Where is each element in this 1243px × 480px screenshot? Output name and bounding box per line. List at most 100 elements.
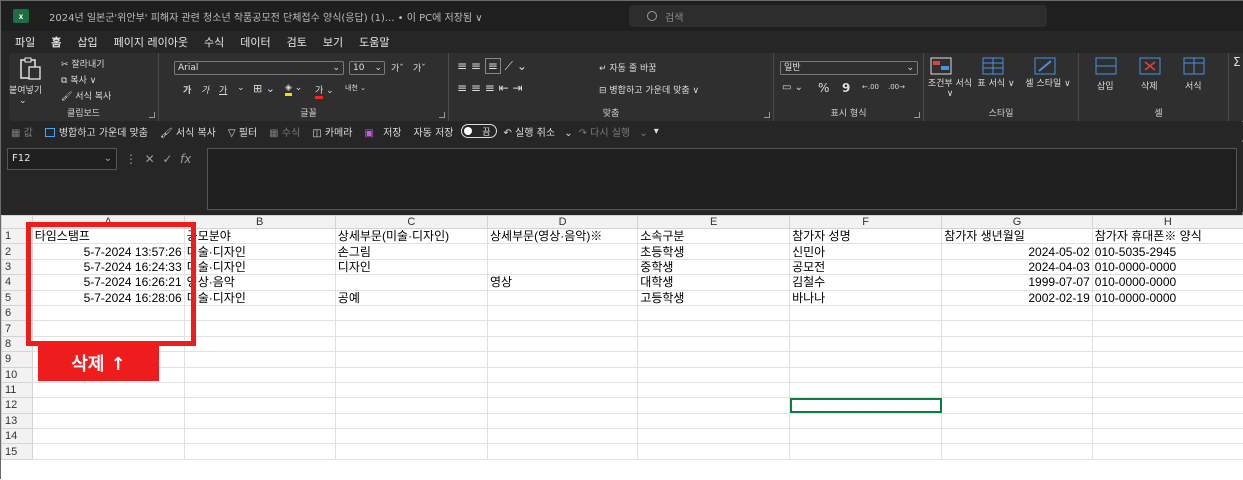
cell-c15[interactable] bbox=[335, 444, 487, 459]
menu-item-5[interactable]: 데이터 bbox=[239, 32, 271, 52]
cell-e13[interactable] bbox=[638, 413, 790, 428]
cell-d2[interactable] bbox=[488, 244, 638, 259]
cell-h12[interactable] bbox=[1092, 398, 1243, 413]
cell-h3[interactable]: 010-0000-0000 bbox=[1092, 259, 1243, 274]
cell-h7[interactable] bbox=[1092, 321, 1243, 336]
cell-e7[interactable] bbox=[638, 321, 790, 336]
fill-color-icon[interactable]: ◈ ⌄ bbox=[285, 83, 302, 93]
cell-c1[interactable]: 상세부문(미술·디자인) bbox=[335, 229, 487, 244]
menu-item-6[interactable]: 검토 bbox=[286, 32, 308, 52]
column-header-a[interactable]: A bbox=[32, 216, 184, 229]
cell-c5[interactable]: 공예 bbox=[335, 290, 487, 305]
cell-h1[interactable]: 참가자 휴대폰※ 양식 bbox=[1092, 229, 1243, 244]
cell-g15[interactable] bbox=[942, 444, 1093, 459]
cell-d15[interactable] bbox=[488, 444, 638, 459]
row-header[interactable]: 2 bbox=[2, 244, 33, 259]
underline-dropdown-icon[interactable]: ⌄ bbox=[237, 83, 245, 93]
cell-f10[interactable] bbox=[790, 367, 942, 382]
cell-a5[interactable]: 5-7-2024 16:28:06 bbox=[32, 290, 184, 305]
alignment-launcher-icon[interactable] bbox=[764, 112, 770, 118]
cell-h4[interactable]: 010-0000-0000 bbox=[1092, 275, 1243, 290]
cell-a7[interactable] bbox=[32, 321, 184, 336]
cell-a15[interactable] bbox=[32, 444, 184, 459]
cell-g5[interactable]: 2002-02-19 bbox=[942, 290, 1093, 305]
cell-b8[interactable] bbox=[184, 336, 335, 351]
conditional-format-button[interactable]: 조건부 서식 ∨ bbox=[926, 79, 974, 99]
copy-button[interactable]: ⧉ 복사 ∨ bbox=[61, 73, 96, 86]
row-header[interactable]: 8 bbox=[2, 336, 33, 351]
save-button[interactable]: ▣ 저장 bbox=[364, 124, 407, 139]
cell-g2[interactable]: 2024-05-02 bbox=[942, 244, 1093, 259]
cell-d12[interactable] bbox=[488, 398, 638, 413]
undo-button[interactable]: ↶ 실행 취소 ⌄ bbox=[503, 124, 572, 139]
menu-item-4[interactable]: 수식 bbox=[203, 32, 225, 52]
cell-a4[interactable]: 5-7-2024 16:26:21 bbox=[32, 275, 184, 290]
cell-f1[interactable]: 참가자 성명 bbox=[790, 229, 942, 244]
cell-b10[interactable] bbox=[184, 367, 335, 382]
cell-c8[interactable] bbox=[335, 336, 487, 351]
cell-a1[interactable]: 타임스탬프 bbox=[32, 229, 184, 244]
row-header[interactable]: 5 bbox=[2, 290, 33, 305]
cell-a11[interactable] bbox=[32, 382, 184, 397]
cell-b5[interactable]: 미술·디자인 bbox=[184, 290, 335, 305]
cell-d3[interactable] bbox=[488, 259, 638, 274]
row-header[interactable]: 12 bbox=[2, 398, 33, 413]
cell-c9[interactable] bbox=[335, 352, 487, 367]
row-header[interactable]: 11 bbox=[2, 382, 33, 397]
cell-c14[interactable] bbox=[335, 429, 487, 444]
cell-e6[interactable] bbox=[638, 305, 790, 320]
cut-button[interactable]: ✂ 잘라내기 bbox=[61, 57, 105, 70]
cell-h10[interactable] bbox=[1092, 367, 1243, 382]
menu-item-2[interactable]: 삽입 bbox=[76, 32, 98, 52]
cell-h8[interactable] bbox=[1092, 336, 1243, 351]
cell-f13[interactable] bbox=[790, 413, 942, 428]
row-header[interactable]: 1 bbox=[2, 229, 33, 244]
menu-item-0[interactable]: 파일 bbox=[14, 32, 36, 52]
column-header-g[interactable]: G bbox=[942, 216, 1093, 229]
cell-d13[interactable] bbox=[488, 413, 638, 428]
delete-button[interactable]: 삭제 bbox=[1141, 79, 1158, 92]
cell-b14[interactable] bbox=[184, 429, 335, 444]
cell-a6[interactable] bbox=[32, 305, 184, 320]
name-box[interactable]: F12⌄ bbox=[7, 148, 117, 170]
cell-b6[interactable] bbox=[184, 305, 335, 320]
cell-b4[interactable]: 영상·음악 bbox=[184, 275, 335, 290]
qat-merge-button[interactable]: 병합하고 가운데 맞춤 bbox=[45, 124, 154, 139]
cell-b15[interactable] bbox=[184, 444, 335, 459]
camera-button[interactable]: ◫ 카메라 bbox=[312, 124, 358, 139]
cell-c13[interactable] bbox=[335, 413, 487, 428]
number-format-select[interactable]: 일반⌄ bbox=[780, 61, 918, 75]
row-header[interactable]: 9 bbox=[2, 352, 33, 367]
menu-item-3[interactable]: 페이지 레이아웃 bbox=[113, 32, 189, 52]
cell-b2[interactable]: 미술·디자인 bbox=[184, 244, 335, 259]
currency-icon[interactable]: ▭ ⌄ bbox=[782, 82, 803, 93]
cell-h11[interactable] bbox=[1092, 382, 1243, 397]
bold-button[interactable]: 가 bbox=[183, 83, 191, 96]
cell-b11[interactable] bbox=[184, 382, 335, 397]
cell-e15[interactable] bbox=[638, 444, 790, 459]
border-icon[interactable]: ⊞ ⌄ bbox=[253, 82, 275, 95]
cell-a13[interactable] bbox=[32, 413, 184, 428]
cell-f8[interactable] bbox=[790, 336, 942, 351]
cell-c4[interactable] bbox=[335, 275, 487, 290]
font-name-select[interactable]: Arial⌄ bbox=[174, 61, 344, 75]
cell-c12[interactable] bbox=[335, 398, 487, 413]
filter-button[interactable]: ▽ 필터 bbox=[228, 124, 263, 139]
cell-f9[interactable] bbox=[790, 352, 942, 367]
percent-button[interactable]: % bbox=[818, 81, 829, 95]
cell-e8[interactable] bbox=[638, 336, 790, 351]
cell-f7[interactable] bbox=[790, 321, 942, 336]
paste-button[interactable]: 붙여넣기 bbox=[9, 83, 42, 96]
wrap-text-button[interactable]: ↵ 자동 줄 바꿈 bbox=[599, 61, 657, 74]
cell-e11[interactable] bbox=[638, 382, 790, 397]
font-launcher-icon[interactable] bbox=[439, 112, 445, 118]
format-as-table-button[interactable]: 표 서식 ∨ bbox=[976, 79, 1016, 89]
redo-button[interactable]: ↷ 다시 실행 ⌄ bbox=[579, 124, 648, 139]
clipboard-launcher-icon[interactable] bbox=[149, 112, 155, 118]
column-header-c[interactable]: C bbox=[335, 216, 487, 229]
cell-b7[interactable] bbox=[184, 321, 335, 336]
cell-b9[interactable] bbox=[184, 352, 335, 367]
cell-h5[interactable]: 010-0000-0000 bbox=[1092, 290, 1243, 305]
autosave-toggle[interactable]: 끔 bbox=[461, 124, 497, 138]
shrink-font-button[interactable]: 가ˇ bbox=[413, 61, 426, 74]
